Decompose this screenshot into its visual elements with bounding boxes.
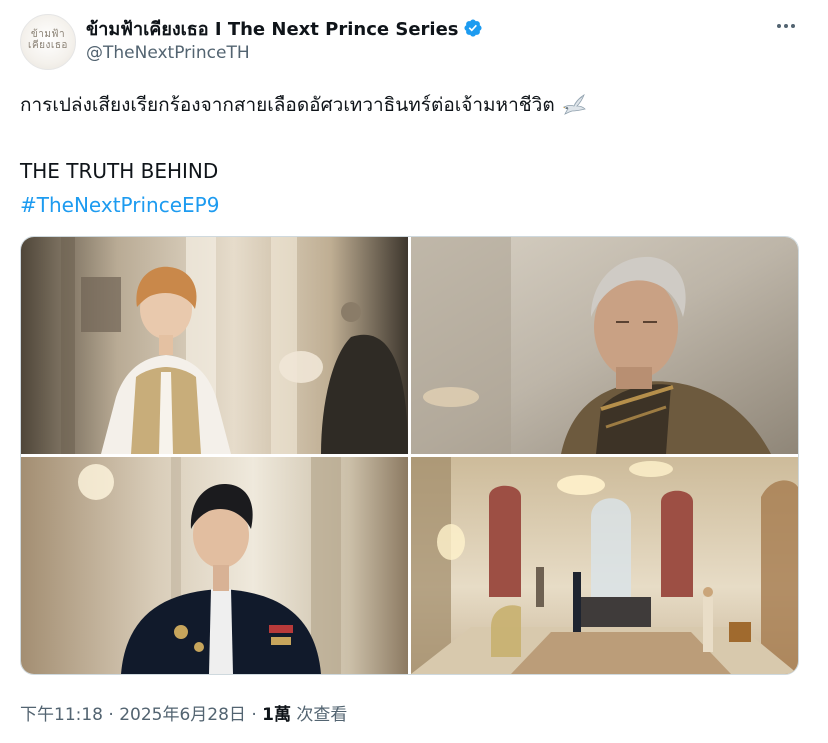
meta-separator: ·	[103, 705, 120, 725]
display-name-text[interactable]: ข้ามฟ้าเคียงเธอ I The Next Prince Series	[86, 19, 459, 40]
more-dot	[791, 24, 795, 28]
display-name[interactable]: ข้ามฟ้าเคียงเธอ I The Next Prince Series	[86, 14, 483, 43]
media-grid	[20, 236, 799, 675]
tweet-time[interactable]: 下午11:18	[20, 705, 103, 725]
english-line: THE TRUTH BEHIND	[20, 159, 219, 183]
tweet-card: ข้ามฟ้า เคียงเธอ ข้ามฟ้าเคียงเธอ I The N…	[0, 0, 828, 743]
handle[interactable]: @TheNextPrinceTH	[86, 43, 250, 63]
photo-prince-in-white-vest-image	[21, 237, 408, 454]
more-horizontal-icon	[777, 24, 781, 28]
photo-elder-in-gold-robe-image	[411, 237, 798, 454]
photo-elder-in-gold-robe[interactable]	[411, 237, 798, 454]
tweet-date[interactable]: 2025年6月28日	[119, 705, 246, 725]
views-label: 次查看	[291, 705, 348, 725]
tweet-text: การเปล่งเสียงเรียกร้องจากสายเลือดอัศวเทว…	[20, 90, 800, 221]
tweet-meta: 下午11:18 · 2025年6月28日 · 1萬 次查看	[20, 700, 347, 725]
more-dot	[784, 24, 788, 28]
photo-throne-hall-image	[411, 457, 798, 674]
views-count: 1萬	[262, 705, 291, 725]
photo-throne-hall[interactable]	[411, 457, 798, 674]
thai-line: การเปล่งเสียงเรียกร้องจากสายเลือดอัศวเทว…	[20, 90, 800, 120]
avatar[interactable]: ข้ามฟ้า เคียงเธอ	[20, 14, 76, 70]
hashtag-link[interactable]: #TheNextPrinceEP9	[20, 190, 219, 220]
more-options-button[interactable]	[774, 14, 798, 38]
verified-badge-icon	[463, 19, 482, 37]
dove-icon	[562, 94, 586, 115]
meta-separator: ·	[245, 705, 263, 725]
avatar-logo-text: ข้ามฟ้า เคียงเธอ	[28, 29, 68, 51]
photo-prince-in-navy-uniform-image	[21, 457, 408, 674]
photo-prince-in-navy-uniform[interactable]	[21, 457, 408, 674]
photo-prince-in-white-vest[interactable]	[21, 237, 408, 454]
thai-text: การเปล่งเสียงเรียกร้องจากสายเลือดอัศวเทว…	[20, 94, 555, 116]
